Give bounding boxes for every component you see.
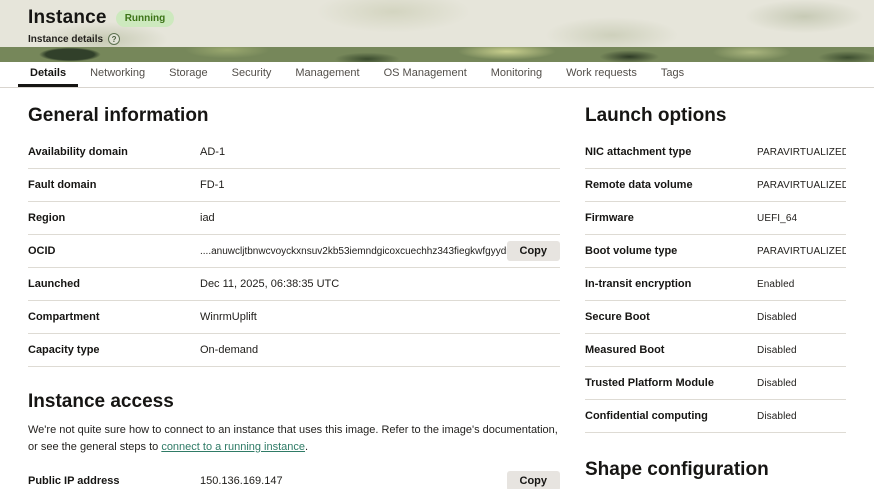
copy-ocid-button[interactable]: Copy	[506, 241, 560, 261]
row-remote-data-volume: Remote data volume PARAVIRTUALIZED	[585, 169, 846, 202]
row-value: 150.136.169.147	[200, 475, 283, 487]
row-value: Dec 11, 2025, 06:38:35 UTC	[200, 278, 340, 290]
right-column: Launch options NIC attachment type PARAV…	[585, 88, 846, 489]
decorative-pattern-banner	[0, 47, 874, 62]
tab-management[interactable]: Management	[283, 62, 371, 87]
row-label: Trusted Platform Module	[585, 377, 714, 389]
copy-public-ip-button[interactable]: Copy	[506, 471, 560, 489]
row-ocid: OCID ....anuwcljtbnwcvoyckxnsuv2kb53iemn…	[28, 235, 560, 268]
row-label: Availability domain	[28, 146, 128, 158]
access-text-after: .	[305, 440, 309, 453]
row-boot-volume-type: Boot volume type PARAVIRTUALIZED	[585, 235, 846, 268]
row-label: Launched	[28, 278, 80, 290]
tab-monitoring[interactable]: Monitoring	[479, 62, 554, 87]
row-value: iad	[200, 212, 215, 224]
tab-work-requests[interactable]: Work requests	[554, 62, 649, 87]
page-header: Instance Running Instance details ?	[0, 0, 874, 47]
section-heading-instance-access: Instance access	[28, 391, 174, 412]
status-badge: Running	[115, 9, 175, 27]
tab-networking[interactable]: Networking	[78, 62, 157, 87]
ocid-value: ....anuwcljtbnwcvoyckxnsuv2kb53iemndgico…	[200, 245, 507, 257]
row-public-ip: Public IP address 150.136.169.147 Copy	[28, 465, 560, 489]
tab-tags[interactable]: Tags	[649, 62, 696, 87]
row-label: Confidential computing	[585, 410, 708, 422]
row-value: PARAVIRTUALIZED	[757, 146, 846, 158]
page-subtitle: Instance details	[28, 33, 104, 45]
row-value: WinrmUplift	[200, 311, 257, 323]
main-content: General information Availability domain …	[0, 88, 874, 489]
row-in-transit-encryption: In-transit encryption Enabled	[585, 268, 846, 301]
row-value: Disabled	[757, 410, 797, 422]
tab-os-management[interactable]: OS Management	[372, 62, 479, 87]
row-label: Compartment	[28, 311, 100, 323]
row-compartment: Compartment WinrmUplift	[28, 301, 560, 334]
row-label: Public IP address	[28, 475, 120, 487]
help-icon[interactable]: ?	[108, 33, 121, 45]
row-value: Disabled	[757, 344, 797, 356]
tab-storage[interactable]: Storage	[157, 62, 220, 87]
row-label: OCID	[28, 245, 56, 257]
tab-security[interactable]: Security	[220, 62, 284, 87]
row-measured-boot: Measured Boot Disabled	[585, 334, 846, 367]
section-heading-shape-configuration: Shape configuration	[585, 459, 769, 480]
row-label: Region	[28, 212, 66, 224]
row-launched: Launched Dec 11, 2025, 06:38:35 UTC	[28, 268, 560, 301]
row-label: Firmware	[585, 212, 634, 224]
row-label: In-transit encryption	[585, 278, 692, 290]
row-label: Boot volume type	[585, 245, 678, 257]
row-value: Disabled	[757, 377, 797, 389]
row-label: Capacity type	[28, 344, 100, 356]
page-title: Instance	[28, 7, 107, 28]
row-value: On-demand	[200, 344, 259, 356]
row-label: Remote data volume	[585, 179, 693, 191]
row-value: PARAVIRTUALIZED	[757, 179, 846, 191]
connect-instance-link[interactable]: connect to a running instance	[161, 441, 305, 453]
row-capacity-type: Capacity type On-demand	[28, 334, 560, 367]
row-nic-attachment-type: NIC attachment type PARAVIRTUALIZED	[585, 136, 846, 169]
row-value: Enabled	[757, 278, 795, 290]
row-label: NIC attachment type	[585, 146, 692, 158]
section-heading-launch-options: Launch options	[585, 105, 727, 126]
row-firmware: Firmware UEFI_64	[585, 202, 846, 235]
row-value: UEFI_64	[757, 212, 798, 224]
row-value: PARAVIRTUALIZED	[757, 245, 846, 257]
row-secure-boot: Secure Boot Disabled	[585, 301, 846, 334]
row-label: Secure Boot	[585, 311, 650, 323]
row-value: Disabled	[757, 311, 797, 323]
row-label: Measured Boot	[585, 344, 665, 356]
row-confidential-computing: Confidential computing Disabled	[585, 400, 846, 433]
left-column: General information Availability domain …	[28, 88, 560, 489]
instance-access-description: We're not quite sure how to connect to a…	[28, 422, 560, 455]
row-trusted-platform-module: Trusted Platform Module Disabled	[585, 367, 846, 400]
section-heading-general-information: General information	[28, 105, 209, 126]
row-region: Region iad	[28, 202, 560, 235]
tab-details[interactable]: Details	[18, 62, 79, 87]
row-availability-domain: Availability domain AD-1	[28, 136, 560, 169]
row-value: FD-1	[200, 179, 225, 191]
row-label: Fault domain	[28, 179, 97, 191]
row-fault-domain: Fault domain FD-1	[28, 169, 560, 202]
row-value: AD-1	[200, 146, 226, 158]
tab-bar: Details Networking Storage Security Mana…	[0, 62, 874, 88]
